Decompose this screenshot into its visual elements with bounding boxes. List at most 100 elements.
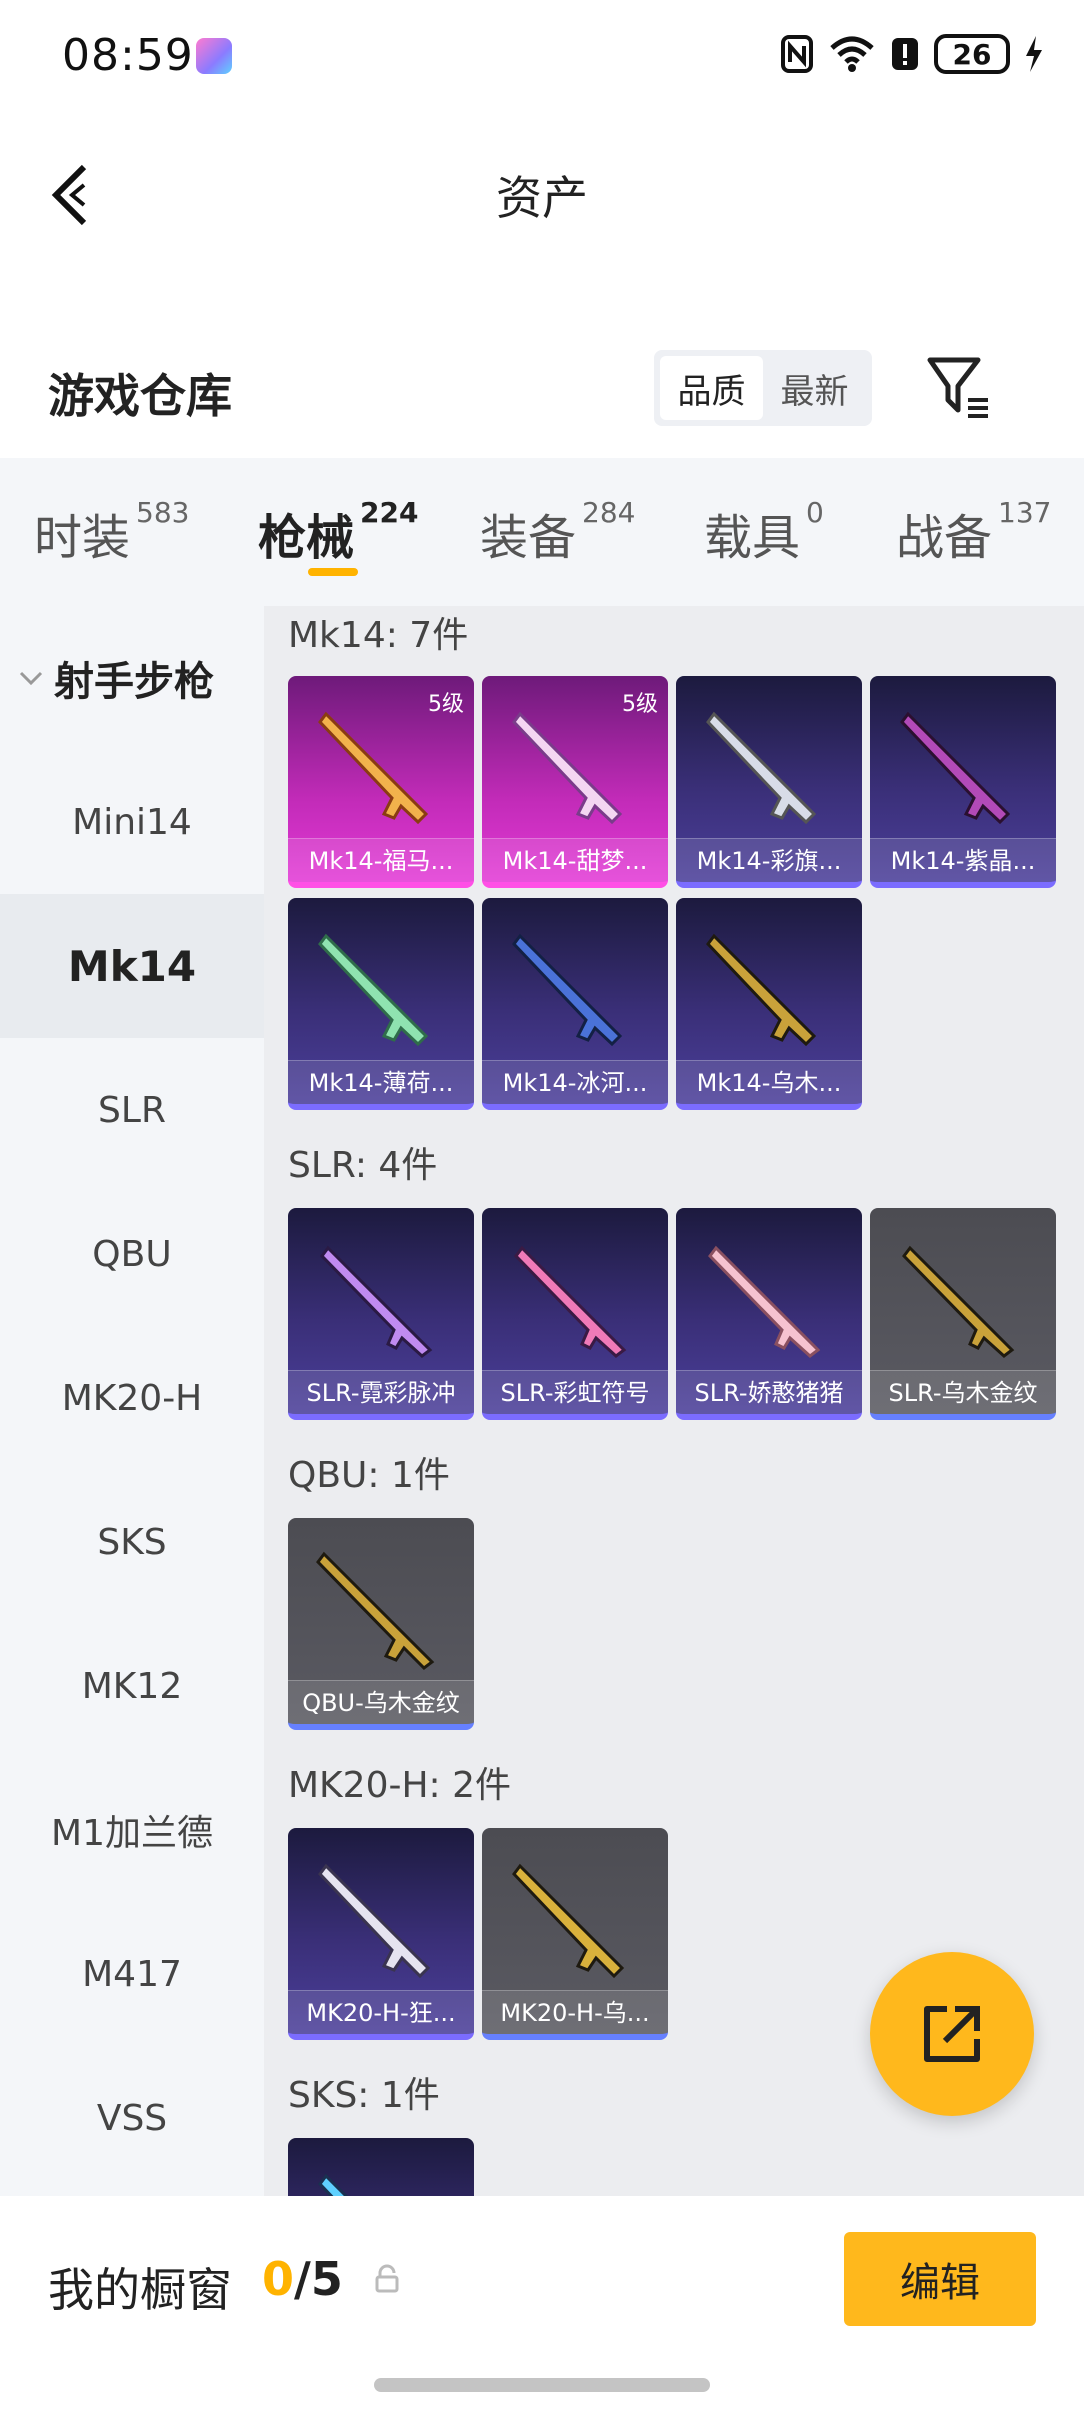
share-icon [924,2006,980,2062]
showcase-bar: 我的橱窗 0/5 编辑 [0,2196,1084,2412]
tab-vehicles[interactable]: 载具 0 [704,496,824,568]
section-heading-qbu: QBU: 1件 [288,1455,450,1496]
rifle-icon [512,711,623,825]
home-indicator[interactable] [374,2378,710,2392]
skin-card[interactable]: MK20-H-乌... [482,1828,668,2040]
nfc-icon [781,35,813,73]
skin-card[interactable]: Mk14-薄荷... [288,898,474,1110]
sidebar-item-mini14[interactable]: Mini14 [0,750,264,894]
tab-equipment[interactable]: 装备 284 [480,496,636,568]
section-heading-slr: SLR: 4件 [288,1145,438,1186]
sidebar-item-qbu[interactable]: QBU [0,1182,264,1326]
skin-name: SLR-乌木金纹 [870,1370,1056,1414]
showcase-label: 我的橱窗 [48,2263,232,2317]
skin-name: MK20-H-乌... [482,1990,668,2034]
section-heading-sks: SKS: 1件 [288,2075,440,2116]
sidebar-item-m1-garand[interactable]: M1加兰德 [0,1758,264,1902]
chevron-down-icon [19,671,43,686]
warehouse-header: 游戏仓库 品质 最新 [0,340,1084,450]
skin-card[interactable]: QBU-乌木金纹 [288,1518,474,1730]
sidebar-group-marksman[interactable]: 射手步枪 [0,606,264,750]
tab-label: 装备 [480,510,577,566]
status-bar: 08:59 26 [0,0,1084,110]
status-time: 08:59 [62,30,194,81]
rifle-icon [706,933,817,1047]
skin-card[interactable]: 5级 Mk14-甜梦... [482,676,668,888]
skin-card[interactable]: SLR-霓彩脉冲 [288,1208,474,1420]
rifle-icon [708,1245,821,1358]
section-heading-mk20h: MK20-H: 2件 [288,1765,512,1806]
tab-count: 137 [998,496,1052,529]
skin-name: SLR-娇憨猪猪 [676,1370,862,1414]
skin-name: QBU-乌木金纹 [288,1680,474,1724]
skin-card[interactable]: SLR-娇憨猪猪 [676,1208,862,1420]
sidebar-item-mk12[interactable]: MK12 [0,1614,264,1758]
rifle-icon [706,711,817,825]
skin-card[interactable]: 5级 Mk14-福马... [288,676,474,888]
rifle-icon [318,2173,349,2196]
rifle-icon [902,1245,1015,1358]
tab-label: 枪械 [258,510,355,566]
filter-icon [927,357,988,418]
skin-name: Mk14-福马... [288,838,474,882]
sidebar-item-mk20h[interactable]: MK20-H [0,1326,264,1470]
skin-name: Mk14-甜梦... [482,838,668,882]
tab-label: 载具 [704,510,801,566]
sidebar-item-mk14[interactable]: Mk14 [0,894,264,1038]
wifi-icon [830,36,874,72]
skin-name: Mk14-彩旗... [676,838,862,882]
rifle-icon [316,1551,435,1670]
skin-card[interactable] [288,2138,474,2196]
skin-card[interactable]: Mk14-彩旗... [676,676,862,888]
skin-name: SLR-彩虹符号 [482,1370,668,1414]
edit-button[interactable]: 编辑 [844,2232,1036,2326]
header: 资产 [0,140,1084,250]
share-button[interactable] [870,1952,1034,2116]
sidebar-item-m417[interactable]: M417 [0,1902,264,2046]
alert-icon [892,38,918,70]
sidebar-group-label: 射手步枪 [54,659,214,705]
sort-toggle: 品质 最新 [654,350,872,426]
battery-indicator: 26 [934,34,1010,74]
sidebar-item-sks[interactable]: SKS [0,1470,264,1614]
status-icons: 26 [780,32,1044,76]
warehouse-title: 游戏仓库 [48,369,232,423]
skin-card[interactable]: Mk14-冰河... [482,898,668,1110]
tab-gear[interactable]: 战备 137 [896,496,1052,568]
tab-label: 时装 [34,510,131,566]
tab-count: 0 [806,496,824,529]
charging-icon [1026,36,1042,72]
rifle-icon [318,933,429,1047]
sidebar-item-vss[interactable]: VSS [0,2046,264,2190]
rifle-icon [900,711,1011,825]
skin-name: Mk14-冰河... [482,1060,668,1104]
sort-option-newest[interactable]: 最新 [763,356,866,420]
tab-firearms[interactable]: 枪械 224 [258,496,419,568]
skin-name: MK20-H-狂... [288,1990,474,2034]
rifle-icon [512,1863,625,1979]
skin-card[interactable]: MK20-H-狂... [288,1828,474,2040]
skin-name: Mk14-乌木... [676,1060,862,1104]
skin-card[interactable]: SLR-彩虹符号 [482,1208,668,1420]
tab-count: 224 [360,496,419,529]
tab-label: 战备 [896,510,993,566]
skin-card[interactable]: SLR-乌木金纹 [870,1208,1056,1420]
sort-option-quality[interactable]: 品质 [660,356,763,420]
section-heading-mk14: Mk14: 7件 [288,615,469,656]
weapon-type-sidebar: 射手步枪 Mini14 Mk14 SLR QBU MK20-H SKS MK12… [0,606,264,2196]
showcase-count: 0/5 [262,2252,343,2306]
active-tab-indicator [308,568,358,576]
skin-name: SLR-霓彩脉冲 [288,1370,474,1414]
tab-count: 284 [582,496,636,529]
skin-name: Mk14-薄荷... [288,1060,474,1104]
lock-icon [375,2264,399,2293]
sidebar-item-slr[interactable]: SLR [0,1038,264,1182]
rifle-icon [512,933,623,1047]
showcase-total: /5 [294,2252,343,2306]
tab-count: 583 [136,496,190,529]
skin-card[interactable]: Mk14-乌木... [676,898,862,1110]
tab-fashion[interactable]: 时装 583 [34,496,190,568]
filter-button[interactable] [924,352,994,422]
rifle-icon [318,711,429,825]
skin-card[interactable]: Mk14-紫晶... [870,676,1056,888]
